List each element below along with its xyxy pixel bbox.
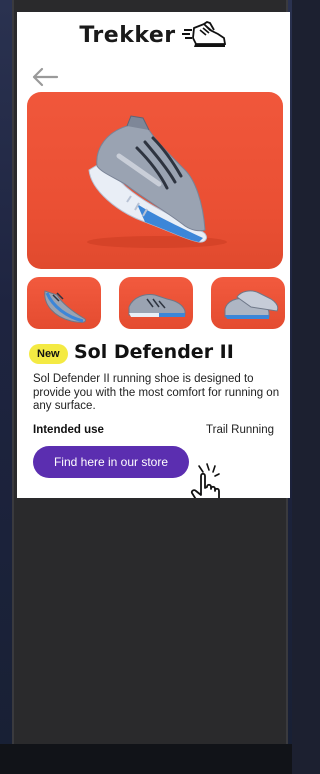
shoe-pair-photo bbox=[224, 290, 279, 319]
product-description: Sol Defender II running shoe is designed… bbox=[33, 373, 280, 412]
intended-use-label: Intended use bbox=[33, 424, 104, 436]
app-header: Trekker bbox=[17, 12, 290, 58]
hero-product-image bbox=[27, 92, 283, 269]
hand-pointer-icon bbox=[190, 463, 220, 498]
thumbnail-3[interactable] bbox=[211, 277, 285, 329]
app-screen: Trekker New Sol Defender II Sol Defender… bbox=[17, 12, 290, 498]
thumbnail-2[interactable] bbox=[119, 277, 193, 329]
new-badge: New bbox=[29, 344, 68, 364]
shoe-angle-1-photo bbox=[44, 290, 86, 323]
thumbnail-1[interactable] bbox=[27, 277, 101, 329]
shoe-side-photo bbox=[128, 294, 186, 317]
product-title: Sol Defender II bbox=[74, 341, 234, 363]
back-arrow-icon[interactable] bbox=[31, 66, 59, 88]
running-shoe-photo bbox=[87, 115, 227, 248]
intended-use-value: Trail Running bbox=[206, 424, 274, 436]
find-in-store-button[interactable]: Find here in our store bbox=[33, 446, 189, 478]
brand-name: Trekker bbox=[79, 22, 176, 48]
kiosk-base bbox=[0, 744, 292, 774]
running-shoe-icon bbox=[181, 21, 226, 47]
